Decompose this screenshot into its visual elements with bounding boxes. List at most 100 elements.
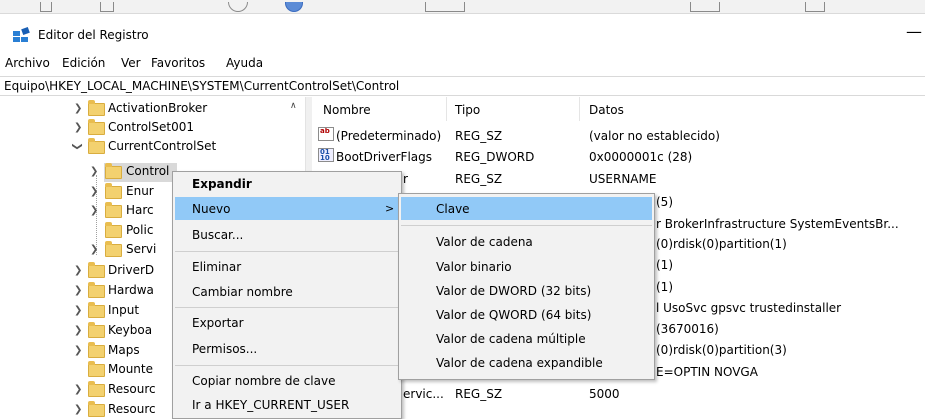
chevron-right-icon[interactable]: ❯: [74, 285, 82, 296]
submenu-item-multi-string[interactable]: Valor de cadena múltiple: [436, 332, 586, 346]
chevron-right-icon: >: [385, 202, 395, 215]
tree-item-label: Input: [108, 303, 140, 317]
background-shape: [805, 2, 825, 12]
menu-item-delete[interactable]: Eliminar: [192, 260, 241, 274]
tree-item[interactable]: ❯ Harc: [0, 201, 172, 220]
background-shape: [690, 2, 720, 12]
tree-item[interactable]: ❯ Maps: [0, 341, 172, 360]
tree-item[interactable]: ❯ Hardwa: [0, 281, 172, 300]
value-data: (0)rdisk(0)partition(3): [656, 343, 787, 357]
background-window-strip: [0, 0, 925, 14]
submenu-item-key[interactable]: Clave: [436, 202, 470, 216]
background-shape: [100, 2, 114, 12]
tree-item[interactable]: ❯ Resourc: [0, 400, 172, 419]
value-data: (3670016): [656, 322, 719, 336]
tree-item-label: Servi: [126, 242, 157, 256]
menu-separator: [175, 365, 399, 366]
tree-item[interactable]: ❯ CurrentControlSet: [0, 137, 300, 156]
value-type: REG_SZ: [455, 129, 503, 143]
folder-icon: [105, 202, 122, 218]
submenu-item-string[interactable]: Valor de cadena: [436, 235, 533, 249]
tree-item[interactable]: ❯ Resourc: [0, 380, 172, 399]
value-data: 0x0000001c (28): [589, 150, 693, 164]
tree-item[interactable]: ❯ ControlSet001: [0, 118, 300, 137]
submenu-item-binary[interactable]: Valor binario: [436, 260, 512, 274]
value-type: REG_DWORD: [455, 150, 535, 164]
value-name[interactable]: BootDriverFlags: [336, 150, 432, 164]
tree-item[interactable]: ❯ DriverD: [0, 261, 172, 280]
registry-editor-icon: [13, 26, 30, 42]
menu-item-rename[interactable]: Cambiar nombre: [192, 285, 293, 299]
value-data: (5): [656, 195, 673, 209]
minimize-button[interactable]: —: [906, 22, 925, 41]
submenu-item-qword[interactable]: Valor de QWORD (64 bits): [436, 308, 591, 322]
scroll-up-icon[interactable]: ∧: [290, 101, 297, 111]
menu-edicion[interactable]: Edición: [62, 56, 105, 70]
value-name[interactable]: (Predeterminado): [336, 129, 441, 143]
menu-item-expand[interactable]: Expandir: [192, 177, 252, 191]
tree-item[interactable]: Mounte: [0, 360, 172, 379]
value-type: REG_SZ: [455, 172, 503, 186]
chevron-right-icon[interactable]: ❯: [74, 404, 82, 415]
tree-item-label: ActivationBroker: [108, 101, 208, 115]
tree-item-selected[interactable]: ❯ Control: [0, 162, 180, 181]
value-name[interactable]: r: [403, 172, 408, 186]
chevron-right-icon[interactable]: ❯: [90, 205, 98, 216]
tree-item[interactable]: ❯ Keyboa: [0, 321, 172, 340]
menu-item-goto-hkcu[interactable]: Ir a HKEY_CURRENT_USER: [192, 398, 349, 412]
chevron-right-icon[interactable]: ❯: [74, 103, 82, 114]
tree-item[interactable]: ❯ ActivationBroker: [0, 99, 300, 118]
menu-ver[interactable]: Ver: [121, 56, 141, 70]
tree-item[interactable]: Polic: [0, 221, 172, 240]
header-separator: [579, 97, 580, 121]
menu-separator: [401, 225, 652, 226]
chevron-down-icon[interactable]: ❯: [72, 142, 83, 150]
folder-icon: [105, 222, 122, 238]
tree-item[interactable]: ❯ Servi: [0, 240, 172, 259]
tree-item-label: Enur: [126, 184, 154, 198]
header-separator: [446, 97, 447, 121]
value-data: 5000: [589, 387, 620, 401]
value-data: E=OPTIN NOVGA: [656, 365, 758, 379]
folder-icon: [88, 342, 105, 358]
tree-item[interactable]: ❯ Enur: [0, 182, 172, 201]
window-title: Editor del Registro: [38, 28, 149, 42]
menu-ayuda[interactable]: Ayuda: [226, 56, 263, 70]
chevron-right-icon[interactable]: ❯: [90, 166, 98, 177]
tree-item[interactable]: ❯ Input: [0, 301, 172, 320]
value-type: REG_SZ: [455, 387, 503, 401]
chevron-right-icon[interactable]: ❯: [74, 325, 82, 336]
menu-item-copy-key-name[interactable]: Copiar nombre de clave: [192, 374, 335, 388]
chevron-right-icon[interactable]: ❯: [74, 265, 82, 276]
tree-item-label: Maps: [108, 343, 140, 357]
value-data: (1): [656, 258, 673, 272]
menu-separator: [175, 251, 399, 252]
tree-item-label: ControlSet001: [108, 120, 194, 134]
string-value-icon: ab: [318, 127, 334, 141]
column-header-type[interactable]: Tipo: [455, 103, 480, 117]
menu-item-export[interactable]: Exportar: [192, 316, 244, 330]
folder-icon: [88, 100, 105, 116]
menu-favoritos[interactable]: Favoritos: [151, 56, 205, 70]
menu-item-search[interactable]: Buscar...: [192, 228, 243, 242]
chevron-right-icon[interactable]: ❯: [74, 345, 82, 356]
folder-icon: [88, 322, 105, 338]
menu-item-permissions[interactable]: Permisos...: [192, 342, 257, 356]
chevron-right-icon[interactable]: ❯: [74, 384, 82, 395]
chevron-right-icon[interactable]: ❯: [90, 244, 98, 255]
submenu-item-expandable-string[interactable]: Valor de cadena expandible: [436, 356, 603, 370]
dword-value-icon: 01 10: [318, 148, 334, 162]
column-header-name[interactable]: Nombre: [323, 103, 371, 117]
address-bar[interactable]: Equipo\HKEY_LOCAL_MACHINE\SYSTEM\Current…: [0, 76, 925, 96]
tree-item-label: Polic: [126, 223, 154, 237]
tree-item-label: Control: [126, 164, 170, 178]
menu-item-new[interactable]: Nuevo: [192, 202, 230, 216]
submenu-item-dword[interactable]: Valor de DWORD (32 bits): [436, 284, 591, 298]
tree-item-label: DriverD: [108, 263, 155, 277]
chevron-right-icon[interactable]: ❯: [74, 122, 82, 133]
chevron-right-icon[interactable]: ❯: [74, 305, 82, 316]
menu-archivo[interactable]: Archivo: [5, 56, 50, 70]
column-header-data[interactable]: Datos: [589, 103, 624, 117]
value-name[interactable]: ervic...: [403, 387, 444, 401]
chevron-right-icon[interactable]: ❯: [90, 186, 98, 197]
